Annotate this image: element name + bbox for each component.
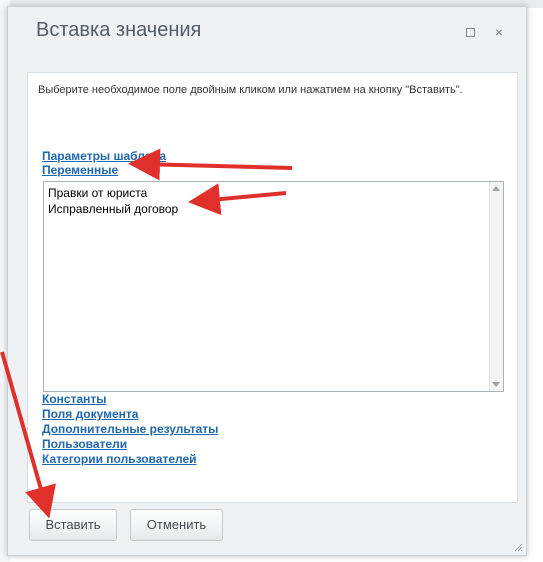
resize-grip-icon[interactable]	[513, 542, 523, 552]
group-link-user-categories[interactable]: Категории пользователей	[42, 452, 197, 466]
listbox-scrollbar[interactable]	[489, 182, 503, 391]
variables-listbox[interactable]: Правки от юриста Исправленный договор	[43, 181, 504, 392]
insert-button[interactable]: Вставить	[29, 509, 117, 541]
list-item[interactable]: Правки от юриста	[48, 186, 147, 200]
scroll-down-icon[interactable]	[492, 382, 500, 387]
dialog-titlebar[interactable]: Вставка значения ×	[8, 7, 526, 57]
insert-value-dialog: Вставка значения × Выберите необходимое …	[7, 6, 527, 556]
cancel-button[interactable]: Отменить	[130, 509, 223, 541]
maximize-icon[interactable]	[462, 24, 478, 40]
group-link-constants[interactable]: Константы	[42, 392, 107, 406]
dialog-title: Вставка значения	[36, 19, 202, 41]
group-link-template-params[interactable]: Параметры шаблона	[42, 149, 166, 163]
group-link-document-fields[interactable]: Поля документа	[42, 407, 138, 421]
group-link-additional-results[interactable]: Дополнительные результаты	[42, 422, 218, 436]
group-link-users[interactable]: Пользователи	[42, 437, 127, 451]
close-icon[interactable]: ×	[491, 24, 507, 40]
list-item[interactable]: Исправленный договор	[48, 202, 178, 216]
group-link-variables[interactable]: Переменные	[42, 163, 118, 177]
instruction-text: Выберите необходимое поле двойным кликом…	[38, 84, 463, 96]
dialog-content: Выберите необходимое поле двойным кликом…	[27, 72, 518, 503]
scroll-up-icon[interactable]	[492, 186, 500, 191]
